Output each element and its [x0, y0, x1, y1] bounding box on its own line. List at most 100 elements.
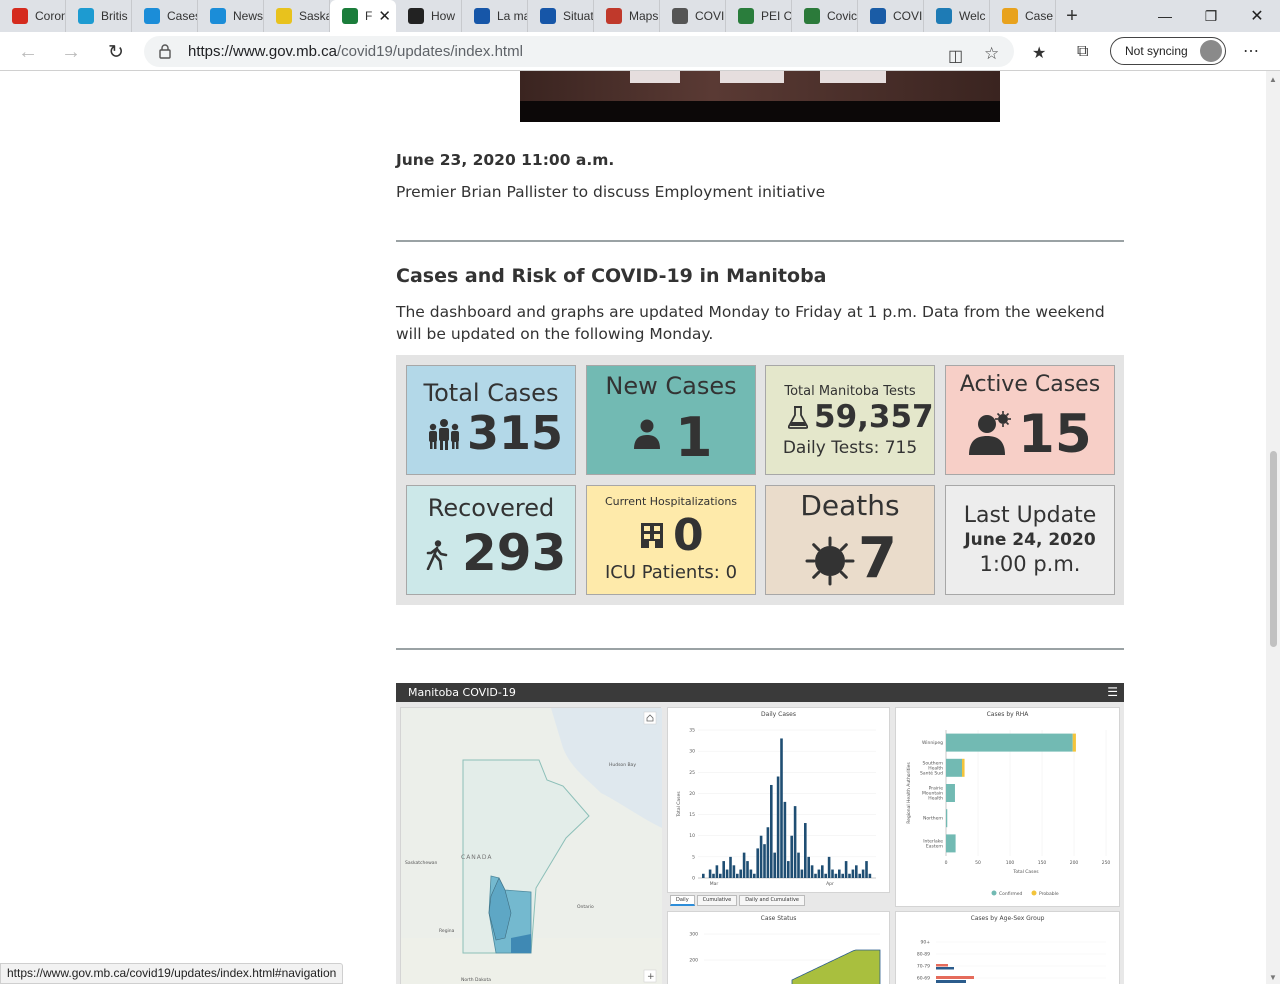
more-menu-icon[interactable]: ⋯ — [1243, 41, 1259, 61]
map-panel[interactable]: Hudson Bay CANADA Saskatchewan Ontario R… — [400, 707, 662, 984]
age-bar — [936, 964, 948, 967]
minimize-button[interactable]: — — [1142, 0, 1188, 32]
daily-cases-bar — [712, 873, 715, 878]
x-tick-label: 250 — [1102, 860, 1111, 866]
daily-cases-title: Daily Cases — [761, 711, 796, 718]
daily-cases-bar — [868, 873, 872, 878]
tab-item[interactable]: Coron — [0, 0, 66, 32]
recovered-value: 293 — [462, 524, 567, 582]
active-cases-card: Active Cases 15 — [945, 365, 1115, 475]
close-tab-icon[interactable]: ✕ — [378, 7, 391, 25]
tab-item[interactable]: COVI — [660, 0, 726, 32]
hamburger-menu-icon[interactable]: ☰ — [1107, 683, 1118, 702]
total-cases-value: 315 — [467, 406, 564, 460]
tab-item[interactable]: PEI C — [726, 0, 792, 32]
map-home-icon[interactable] — [643, 711, 657, 725]
case-status-area — [791, 949, 881, 984]
map-zoom-in-icon[interactable]: + — [643, 969, 657, 983]
daily-cases-bar — [804, 823, 807, 878]
tab-title: F — [365, 9, 373, 23]
window-close-button[interactable]: ✕ — [1234, 0, 1280, 32]
address-bar[interactable]: https://www.gov.mb.ca/covid19/updates/in… — [144, 36, 1014, 67]
collections-icon[interactable]: ⧉ — [1077, 43, 1088, 61]
y-tick-label: 25 — [689, 770, 695, 776]
daily-cases-bar — [770, 784, 773, 878]
last-update-time: 1:00 p.m. — [979, 552, 1081, 576]
tab-daily-and-cumulative[interactable]: Daily and Cumulative — [739, 895, 805, 906]
tab-cumulative[interactable]: Cumulative — [696, 895, 738, 906]
tab-item[interactable]: How — [396, 0, 462, 32]
y-tick-label: 80-89 — [917, 952, 930, 958]
y-tick-label: 90+ — [921, 940, 931, 946]
avatar — [1200, 40, 1222, 62]
video-player[interactable] — [520, 71, 1000, 122]
map-label-hudson-bay: Hudson Bay — [609, 762, 636, 768]
url-host: https://www.gov.mb.ca — [188, 43, 337, 60]
refresh-button[interactable]: ↻ — [100, 36, 132, 68]
tab-title: PEI C — [761, 9, 791, 23]
favorites-list-icon[interactable]: ★ — [1032, 43, 1046, 63]
rha-bar-confirmed — [946, 758, 962, 777]
section-title: Cases and Risk of COVID-19 in Manitoba — [396, 265, 827, 287]
daily-cases-bar — [807, 856, 810, 878]
read-aloud-icon[interactable]: ◫ — [948, 46, 963, 66]
daily-cases-bar — [831, 869, 834, 878]
tab-item[interactable]: Saska — [264, 0, 330, 32]
tab-item[interactable]: Maps — [594, 0, 660, 32]
tab-item[interactable]: Case — [990, 0, 1056, 32]
rha-bar-probable — [1072, 733, 1076, 752]
tab-item[interactable]: Britis — [66, 0, 132, 32]
tab-daily[interactable]: Daily — [670, 895, 695, 906]
gov-icon — [672, 8, 688, 24]
tab-item[interactable]: COVI — [858, 0, 924, 32]
tab-item[interactable]: La ma — [462, 0, 528, 32]
daily-cases-bar — [834, 873, 838, 878]
scroll-up-arrow-icon[interactable]: ▲ — [1269, 75, 1277, 84]
manitoba-map[interactable]: Hudson Bay CANADA Saskatchewan Ontario R… — [401, 708, 662, 984]
x-tick-label: 50 — [975, 860, 981, 866]
new-tab-button[interactable]: + — [1056, 0, 1088, 32]
daily-cases-bar — [746, 861, 749, 878]
tab-active[interactable]: F ✕ — [330, 0, 396, 32]
saskatchewan-icon — [276, 8, 292, 24]
tab-item[interactable]: Welc — [924, 0, 990, 32]
embedded-dashboard[interactable]: Manitoba COVID-19 ☰ Hudson Bay CANADA Sa… — [396, 683, 1124, 984]
daily-cases-bar — [736, 873, 739, 878]
tab-title: Cases — [167, 9, 197, 23]
y-tick-label: 30 — [689, 749, 695, 755]
tests-card: Total Manitoba Tests 59,357 Daily Tests:… — [765, 365, 935, 475]
rha-bar-confirmed — [946, 784, 955, 802]
profile-sync-button[interactable]: Not syncing — [1110, 37, 1226, 65]
daily-cases-bar — [749, 869, 753, 878]
lock-icon — [159, 44, 171, 59]
tab-item[interactable]: Situat — [528, 0, 594, 32]
daily-cases-bar — [759, 835, 763, 878]
y-axis-label: Total Cases — [676, 791, 682, 818]
manitoba-icon — [342, 8, 358, 24]
forward-button[interactable]: → — [55, 36, 87, 68]
age-bar — [936, 980, 966, 983]
page-scrollbar[interactable]: ▲ ▼ — [1266, 71, 1280, 984]
tab-item[interactable]: Covic — [792, 0, 858, 32]
case-status-panel: Case Status 300200100 — [667, 911, 890, 984]
scroll-down-arrow-icon[interactable]: ▼ — [1269, 973, 1277, 982]
restore-button[interactable]: ❐ — [1188, 0, 1234, 32]
daily-cases-bar — [780, 738, 783, 878]
rha-title: Cases by RHA — [986, 711, 1029, 718]
daily-cases-bar — [810, 865, 814, 878]
tab-item[interactable]: Cases — [132, 0, 198, 32]
favorite-star-icon[interactable]: ☆ — [984, 44, 999, 64]
url-path: /covid19/updates/index.html — [336, 43, 523, 60]
new-cases-value: 1 — [675, 406, 713, 469]
daily-cases-bar — [725, 869, 729, 878]
tab-title: Case — [1025, 9, 1054, 23]
scrollbar-thumb[interactable] — [1270, 451, 1277, 647]
daily-cases-tabs: Daily Cumulative Daily and Cumulative — [670, 895, 805, 906]
url-text[interactable]: https://www.gov.mb.ca/covid19/updates/in… — [188, 43, 523, 60]
daily-cases-bar — [719, 873, 722, 878]
tab-item[interactable]: News — [198, 0, 264, 32]
active-cases-value: 15 — [1018, 404, 1092, 465]
alberta-icon — [144, 8, 160, 24]
map-label-saskatchewan: Saskatchewan — [405, 860, 438, 866]
back-button[interactable]: ← — [12, 36, 44, 68]
